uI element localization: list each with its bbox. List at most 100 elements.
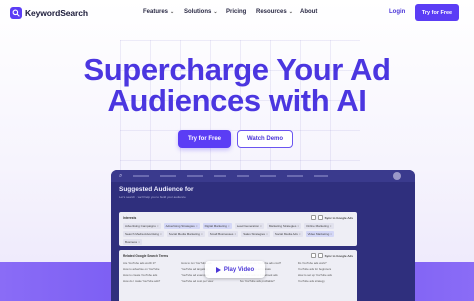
app-tab xyxy=(237,175,250,177)
interest-chip[interactable]: Lead Generation × xyxy=(234,223,264,229)
interest-chip-label: Search Media Advertising xyxy=(125,232,160,236)
interest-chip-label: Social Media Ads xyxy=(274,232,298,236)
interest-chip[interactable]: Advertising Strategies × xyxy=(163,223,200,229)
search-term-item[interactable]: YouTube ad cost per view xyxy=(181,279,236,283)
app-topbar: ⌕ xyxy=(111,170,415,182)
top-navigation: KeywordSearch Features ⌄ Solutions ⌄ Pri… xyxy=(0,0,474,27)
app-tab xyxy=(160,175,177,177)
search-term-item[interactable]: How to advertise on YouTube xyxy=(123,267,178,271)
close-icon[interactable]: × xyxy=(299,232,301,236)
download-icon[interactable] xyxy=(317,215,323,220)
interest-chip[interactable]: Sales Strategies × xyxy=(241,231,270,237)
close-icon[interactable]: × xyxy=(234,232,236,236)
hero-headline: Supercharge Your Ad Audiences with AI xyxy=(0,54,474,116)
interest-chip-label: Online Marketing xyxy=(306,224,329,228)
close-icon[interactable]: × xyxy=(260,224,262,228)
nav-item-label: About xyxy=(300,9,318,15)
interest-chip[interactable]: Advertising Campaigns × xyxy=(123,223,161,229)
nav-item-label: Solutions xyxy=(184,9,212,15)
search-term-item[interactable]: Are YouTube ads profitable? xyxy=(240,279,295,283)
app-tab xyxy=(260,175,277,177)
interest-chip[interactable]: Business × xyxy=(123,239,142,245)
play-video-button[interactable]: Play Video xyxy=(205,261,265,278)
logo-icon xyxy=(10,7,22,19)
nav-item-label: Features xyxy=(143,9,169,15)
app-tab xyxy=(214,175,227,177)
search-term-item[interactable]: YouTube ads strategy xyxy=(298,279,353,283)
sync-google-ads-button[interactable]: Sync to Google Ads xyxy=(325,254,353,258)
brand-logo[interactable]: KeywordSearch xyxy=(10,7,88,19)
interest-chip[interactable]: Search Media Advertising × xyxy=(123,231,164,237)
interest-chip-label: Digital Marketing xyxy=(204,224,227,228)
search-term-item[interactable]: YouTube ads for beginners xyxy=(298,267,353,271)
app-tab xyxy=(314,175,329,177)
interest-chip-label: Marketing Strategies xyxy=(268,224,297,228)
nav-item-about[interactable]: About xyxy=(300,9,317,15)
nav-item-features[interactable]: Features ⌄ xyxy=(143,9,184,15)
sync-google-ads-button[interactable]: Sync to Google Ads xyxy=(325,216,353,220)
interest-chip[interactable]: Online Marketing × xyxy=(304,223,334,229)
close-icon[interactable]: × xyxy=(201,232,203,236)
interest-chip-label: Social Media Marketing xyxy=(168,232,200,236)
chevron-down-icon: ⌄ xyxy=(170,9,175,15)
interests-card-title: Interests xyxy=(123,216,137,220)
interest-chip[interactable]: Digital Marketing × xyxy=(202,223,232,229)
hero-headline-line-2: Audiences with AI xyxy=(107,83,367,118)
app-heading: Suggested Audience for xyxy=(119,186,194,193)
play-icon xyxy=(215,266,221,273)
interest-chip-label: Business xyxy=(125,240,138,244)
close-icon[interactable]: × xyxy=(157,224,159,228)
hero-headline-line-1: Supercharge Your Ad xyxy=(83,52,391,87)
search-term-item[interactable]: Do YouTube ads work? xyxy=(298,261,353,265)
close-icon[interactable]: × xyxy=(196,224,198,228)
interest-chip-label: Video Marketing xyxy=(307,232,330,236)
chevron-down-icon: ⌄ xyxy=(213,9,218,15)
close-icon[interactable]: × xyxy=(228,224,230,228)
close-icon[interactable]: × xyxy=(266,232,268,236)
interest-chip-label: Advertising Campaigns xyxy=(125,224,156,228)
nav-item-pricing[interactable]: Pricing xyxy=(226,9,256,15)
interest-chip-label: Lead Generation xyxy=(236,224,260,228)
hero-try-free-button[interactable]: Try for Free xyxy=(178,130,231,148)
close-icon[interactable]: × xyxy=(330,224,332,228)
nav-item-label: Resources xyxy=(256,9,287,15)
nav-item-resources[interactable]: Resources ⌄ xyxy=(256,9,300,15)
search-term-item[interactable]: How do I make YouTube ads? xyxy=(123,279,178,283)
nav-item-solutions[interactable]: Solutions ⌄ xyxy=(184,9,226,15)
app-subheading: Let's search · we'll help you to build y… xyxy=(119,195,186,199)
interest-chip-label: Sales Strategies xyxy=(243,232,266,236)
interest-chip[interactable]: Social Media Marketing × xyxy=(166,231,205,237)
interests-card: Interests Sync to Google Ads Advertising… xyxy=(119,212,357,246)
brand-name: KeywordSearch xyxy=(25,8,88,18)
play-video-label: Play Video xyxy=(223,266,255,273)
search-terms-card-title: Related Google Search Terms xyxy=(123,254,169,258)
download-icon[interactable] xyxy=(317,253,323,258)
search-term-item[interactable]: How to set up YouTube ads xyxy=(298,273,353,277)
nav-links: Features ⌄ Solutions ⌄ Pricing Resources… xyxy=(143,9,317,15)
watch-demo-button[interactable]: Watch Demo xyxy=(237,130,293,148)
close-icon[interactable]: × xyxy=(297,224,299,228)
close-icon[interactable]: × xyxy=(160,232,162,236)
interest-chip[interactable]: Small Businesses × xyxy=(207,231,239,237)
interest-chip[interactable]: Social Media Ads × xyxy=(272,231,303,237)
copy-icon[interactable] xyxy=(310,253,316,258)
app-tab xyxy=(133,175,150,177)
close-icon[interactable]: × xyxy=(330,232,332,236)
interest-chip[interactable]: Video Marketing × xyxy=(305,231,334,237)
login-link[interactable]: Login xyxy=(389,9,405,15)
search-icon: ⌕ xyxy=(119,172,123,179)
app-tab xyxy=(187,175,204,177)
nav-try-free-button[interactable]: Try for Free xyxy=(415,4,459,21)
copy-icon[interactable] xyxy=(310,215,316,220)
avatar xyxy=(393,172,401,180)
interest-chip-label: Small Businesses xyxy=(209,232,234,236)
close-icon[interactable]: × xyxy=(138,240,140,244)
search-term-item[interactable]: How to create YouTube ads xyxy=(123,273,178,277)
interest-chip[interactable]: Marketing Strategies × xyxy=(266,223,302,229)
interest-chips: Advertising Campaigns × Advertising Strate… xyxy=(123,223,353,245)
app-tab xyxy=(287,175,304,177)
search-term-item[interactable]: Are YouTube ads worth it? xyxy=(123,261,178,265)
chevron-down-icon: ⌄ xyxy=(288,9,293,15)
interest-chip-label: Advertising Strategies xyxy=(165,224,195,228)
app-preview-frame: ⌕ Suggested Audience for Let's search · … xyxy=(111,170,415,301)
